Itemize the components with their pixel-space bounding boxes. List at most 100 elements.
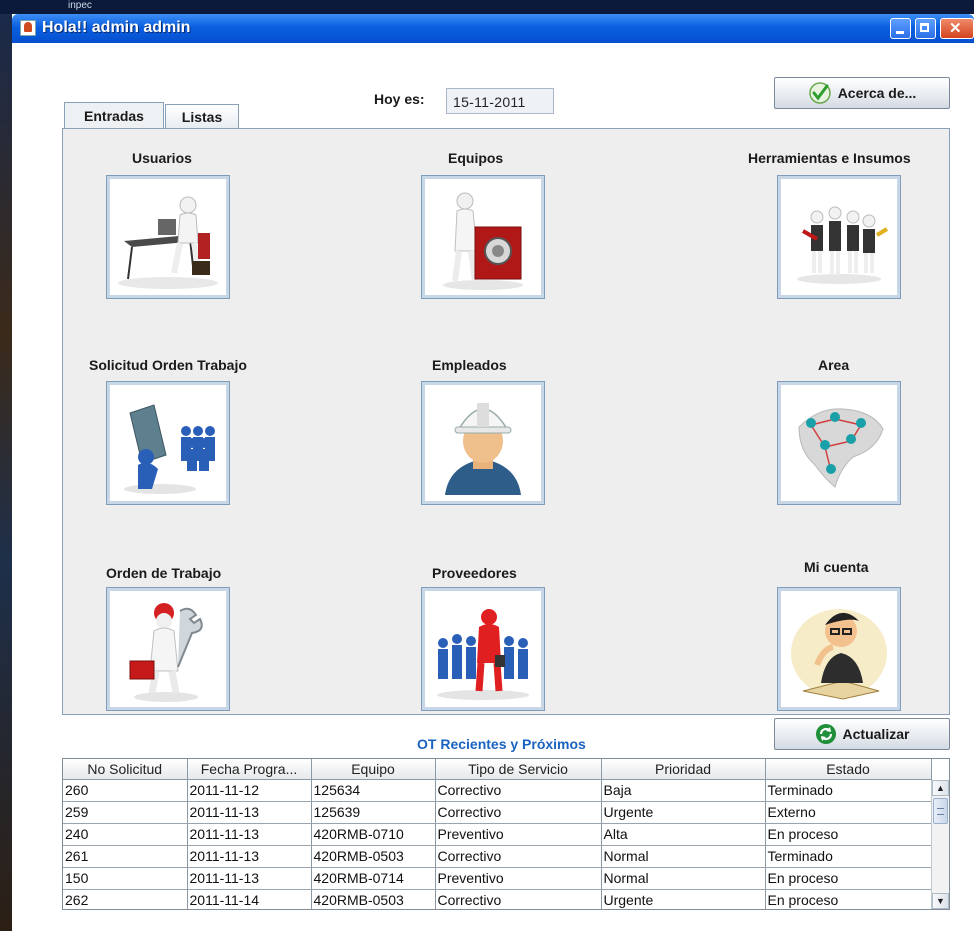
table-cell: Terminado [765,779,932,802]
entries-panel: Usuarios Equipos Herramientas e Insumos … [62,128,950,715]
table-row[interactable]: 260 2011-11-12 125634 Correctivo Baja Te… [63,779,932,802]
scroll-up-arrow-icon[interactable]: ▲ [932,780,949,796]
desktop-taskbar: inpec [0,0,974,14]
table-cell: Baja [601,779,766,802]
wrench-toolbox-icon [129,603,203,702]
tile-usuarios[interactable] [106,175,230,299]
date-field[interactable]: 15-11-2011 [446,88,554,114]
table-cell: Normal [601,867,766,890]
table-cell: 420RMB-0503 [311,845,436,868]
check-icon [808,82,831,104]
tile-label-area: Area [818,357,850,373]
tab-listas[interactable]: Listas [165,104,239,128]
col-header-equipo[interactable]: Equipo [311,759,436,780]
java-app-icon [20,20,36,36]
col-header-no-solicitud[interactable]: No Solicitud [63,759,188,780]
tile-label-usuarios: Usuarios [132,150,192,166]
minimize-button[interactable] [890,18,911,39]
col-header-estado[interactable]: Estado [765,759,932,780]
table-scrollbar[interactable]: ▲ ▼ [931,780,949,909]
table-cell: 150 [63,867,188,890]
col-header-fecha[interactable]: Fecha Progra... [187,759,312,780]
tile-empleados[interactable] [421,381,545,505]
table-cell: 420RMB-0503 [311,889,436,909]
table-cell: Externo [765,801,932,824]
table-cell: Correctivo [435,845,602,868]
table-cell: Correctivo [435,889,602,909]
table-cell: En proceso [765,823,932,846]
tools-team-icon [797,206,889,284]
table-cell: 240 [63,823,188,846]
tile-area[interactable] [777,381,901,505]
desktop-background [0,14,12,931]
scroll-down-arrow-icon[interactable]: ▼ [932,893,949,909]
tile-herramientas[interactable] [777,175,901,299]
tile-label-solicitud: Solicitud Orden Trabajo [89,357,247,373]
user-desk-icon [118,196,218,289]
area-network-map-icon [798,408,884,488]
table-cell: Normal [601,845,766,868]
table-cell: Preventivo [435,823,602,846]
table-row[interactable]: 150 2011-11-13 420RMB-0714 Preventivo No… [63,867,932,890]
table-cell: 125639 [311,801,436,824]
table-cell: 259 [63,801,188,824]
refresh-button[interactable]: Actualizar [774,718,950,750]
about-button[interactable]: Acerca de... [774,77,950,109]
table-cell: 2011-11-14 [187,889,312,909]
window-title: Hola!! admin admin [42,19,191,36]
tile-label-proveedores: Proveedores [432,565,517,581]
taskbar-text: inpec [68,0,92,11]
suppliers-group-icon [437,609,529,700]
scroll-thumb[interactable] [933,798,948,824]
table-cell: Correctivo [435,779,602,802]
table-cell: 125634 [311,779,436,802]
col-header-tipo-servicio[interactable]: Tipo de Servicio [435,759,602,780]
tile-orden[interactable] [106,587,230,711]
table-cell: Alta [601,823,766,846]
table-cell: 2011-11-12 [187,779,312,802]
table-row[interactable]: 261 2011-11-13 420RMB-0503 Correctivo No… [63,845,932,868]
table-cell: 260 [63,779,188,802]
recent-ot-title: OT Recientes y Próximos [417,736,586,752]
tab-entradas-label: Entradas [84,108,144,124]
account-thinking-icon [791,609,887,700]
close-button[interactable] [940,18,974,39]
main-window: Hola!! admin admin Hoy es: 15-11-2011 Ac… [12,14,974,931]
work-request-icon [124,404,215,494]
tile-label-herramientas: Herramientas e Insumos [748,150,911,166]
tile-proveedores[interactable] [421,587,545,711]
col-header-prioridad[interactable]: Prioridad [601,759,766,780]
tab-entradas[interactable]: Entradas [64,102,164,129]
table-cell: 420RMB-0714 [311,867,436,890]
date-label: Hoy es: [374,91,425,107]
table-cell: Urgente [601,889,766,909]
tile-label-equipos: Equipos [448,150,504,166]
tile-label-orden: Orden de Trabajo [106,565,222,581]
table-cell: En proceso [765,889,932,909]
table-cell: 261 [63,845,188,868]
ot-table: No Solicitud Fecha Progra... Equipo Tipo… [63,759,932,909]
table-header-row: No Solicitud Fecha Progra... Equipo Tipo… [63,759,932,780]
tile-label-empleados: Empleados [432,357,507,373]
recent-ot-table: No Solicitud Fecha Progra... Equipo Tipo… [62,758,950,910]
table-cell: 2011-11-13 [187,845,312,868]
table-cell: Preventivo [435,867,602,890]
table-cell: Correctivo [435,801,602,824]
table-cell: 2011-11-13 [187,823,312,846]
tile-mi-cuenta[interactable] [777,587,901,711]
tile-label-mi-cuenta: Mi cuenta [804,559,869,575]
refresh-icon [815,724,836,744]
maximize-button[interactable] [915,18,936,39]
title-bar[interactable]: Hola!! admin admin [12,14,974,43]
table-cell: En proceso [765,867,932,890]
table-cell: 2011-11-13 [187,801,312,824]
refresh-button-label: Actualizar [842,726,910,742]
worker-helmet-icon [445,403,521,495]
tile-equipos[interactable] [421,175,545,299]
table-cell: Urgente [601,801,766,824]
tile-solicitud[interactable] [106,381,230,505]
table-row[interactable]: 259 2011-11-13 125639 Correctivo Urgente… [63,801,932,824]
table-row[interactable]: 240 2011-11-13 420RMB-0710 Preventivo Al… [63,823,932,846]
about-button-label: Acerca de... [837,85,917,101]
table-row[interactable]: 262 2011-11-14 420RMB-0503 Correctivo Ur… [63,889,932,909]
